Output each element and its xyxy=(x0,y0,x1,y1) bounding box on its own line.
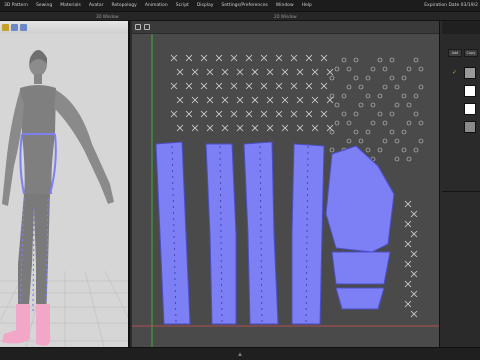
expiration-date: Expiration Date 03/19/2 xyxy=(424,3,478,8)
panel-header xyxy=(442,21,480,34)
fabric-swatch[interactable] xyxy=(464,85,476,97)
fabric-row-1[interactable]: ✓ xyxy=(442,65,480,81)
status-bar: ▴ xyxy=(0,347,480,360)
edit-pattern-icon[interactable] xyxy=(144,24,150,30)
tab-3d-window[interactable]: 3D Window xyxy=(96,12,119,21)
fabric-swatch[interactable] xyxy=(464,67,476,79)
menu-bar: 3D Pattern Sewing Materials Avatar Retop… xyxy=(0,0,480,12)
copy-button[interactable]: Copy xyxy=(464,49,478,57)
transform-pattern-icon[interactable] xyxy=(135,24,141,30)
menu-display[interactable]: Display xyxy=(193,0,218,12)
3d-toolbar xyxy=(0,21,128,34)
right-boot xyxy=(36,304,51,346)
2d-window[interactable] xyxy=(132,21,440,347)
select-mesh-icon[interactable] xyxy=(11,24,18,31)
fabric-row-2[interactable] xyxy=(442,83,480,99)
pattern-piece-6 xyxy=(331,251,391,285)
pattern-piece-7 xyxy=(335,287,385,310)
left-boot xyxy=(2,304,30,344)
fabric-row-3[interactable] xyxy=(442,101,480,117)
pattern-piece-3 xyxy=(243,141,279,325)
menu-help[interactable]: Help xyxy=(298,0,316,12)
menu-materials[interactable]: Materials xyxy=(56,0,85,12)
pattern-canvas[interactable] xyxy=(132,34,440,347)
menu-script[interactable]: Script xyxy=(172,0,193,12)
fabric-swatch[interactable] xyxy=(464,121,476,133)
2d-toolbar xyxy=(132,21,439,34)
chevron-up-icon[interactable]: ▴ xyxy=(236,350,244,358)
menu-window[interactable]: Window xyxy=(272,0,298,12)
window-tab-bar: 3D Window 2D Window xyxy=(0,12,480,21)
menu-3d-pattern[interactable]: 3D Pattern xyxy=(0,0,32,12)
menu-sewing[interactable]: Sewing xyxy=(32,0,56,12)
fabric-row-4[interactable] xyxy=(442,119,480,135)
simulation-icon[interactable] xyxy=(2,24,9,31)
avatar-3d xyxy=(2,50,114,346)
panel-divider xyxy=(442,191,480,192)
menu-animation[interactable]: Animation xyxy=(141,0,172,12)
add-button[interactable]: Add xyxy=(448,49,462,57)
menu-avatar[interactable]: Avatar xyxy=(85,0,108,12)
menu-retopology[interactable]: Retopology xyxy=(107,0,140,12)
menu-settings[interactable]: Settings/Preferences xyxy=(217,0,271,12)
checkmark-icon: ✓ xyxy=(452,69,458,76)
object-browser-panel: Add Copy ✓ xyxy=(442,21,480,347)
fabric-swatch[interactable] xyxy=(464,103,476,115)
3d-window[interactable] xyxy=(0,21,130,347)
tab-2d-window[interactable]: 2D Window xyxy=(274,12,297,21)
select-move-icon[interactable] xyxy=(20,24,27,31)
